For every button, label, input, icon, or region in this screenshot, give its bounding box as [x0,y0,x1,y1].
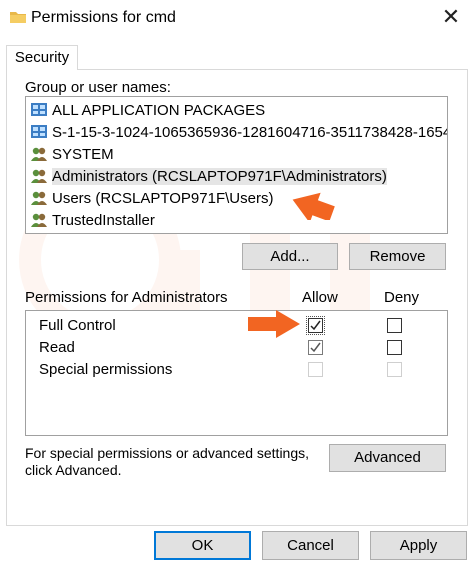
permissions-list: Full Control Read Special permissions [25,310,448,436]
list-item-label: ALL APPLICATION PACKAGES [52,101,266,119]
checkmark-icon [310,320,321,331]
apply-button[interactable]: Apply [370,531,467,560]
close-button[interactable]: ✕ [436,4,466,30]
group-names-label: Group or user names: [25,79,171,96]
app-packages-icon [30,101,48,119]
ok-button[interactable]: OK [154,531,251,560]
list-item-label: Administrators (RCSLAPTOP971F\Administra… [52,167,387,185]
users-group-icon [30,189,48,207]
window-title: Permissions for cmd [31,9,176,26]
list-item[interactable]: Users (RCSLAPTOP971F\Users) [30,188,273,208]
list-item-label: Users (RCSLAPTOP971F\Users) [52,189,274,207]
list-item-label: S-1-15-3-1024-1065365936-1281604716-3511… [52,123,448,141]
close-icon: ✕ [441,4,461,29]
users-group-icon [30,167,48,185]
permissions-label: Permissions for Administrators [25,289,228,306]
users-group-icon [30,145,48,163]
advanced-hint-line-2: click Advanced. [25,462,122,478]
list-item[interactable]: S-1-15-3-1024-1065365936-1281604716-3511… [30,122,448,142]
perm-name-read: Read [39,339,75,356]
annotation-arrow-icon [292,192,335,220]
add-button[interactable]: Add... [242,243,338,270]
advanced-hint-text: For special permissions or advanced sett… [25,445,309,479]
list-item[interactable]: SYSTEM [30,144,114,164]
annotation-arrow-icon [248,310,300,338]
list-item[interactable]: ALL APPLICATION PACKAGES [30,100,265,120]
deny-column-header: Deny [384,289,420,306]
allow-column-header: Allow [302,289,338,306]
full-control-deny-checkbox[interactable] [387,318,402,333]
read-allow-checkbox[interactable] [308,340,323,355]
list-item-label: SYSTEM [52,145,114,163]
list-item-selected[interactable]: Administrators (RCSLAPTOP971F\Administra… [30,166,387,186]
user-list[interactable]: ALL APPLICATION PACKAGES S-1-15-3-1024-1… [25,96,448,234]
special-allow-checkbox [308,362,323,377]
list-item[interactable]: TrustedInstaller [30,210,155,230]
read-deny-checkbox[interactable] [387,340,402,355]
perm-name-full-control: Full Control [39,317,116,334]
folder-icon [10,12,26,23]
cancel-button[interactable]: Cancel [262,531,359,560]
full-control-allow-checkbox[interactable] [306,316,325,335]
app-packages-icon [30,123,48,141]
perm-name-special: Special permissions [39,361,173,378]
advanced-hint-line-1: For special permissions or advanced sett… [25,445,310,461]
checkmark-icon [310,342,321,353]
users-group-icon [30,211,48,229]
tab-security[interactable]: Security [6,45,78,70]
special-deny-checkbox [387,362,402,377]
advanced-button[interactable]: Advanced [329,444,446,472]
list-item-label: TrustedInstaller [52,211,155,229]
remove-button[interactable]: Remove [349,243,446,270]
